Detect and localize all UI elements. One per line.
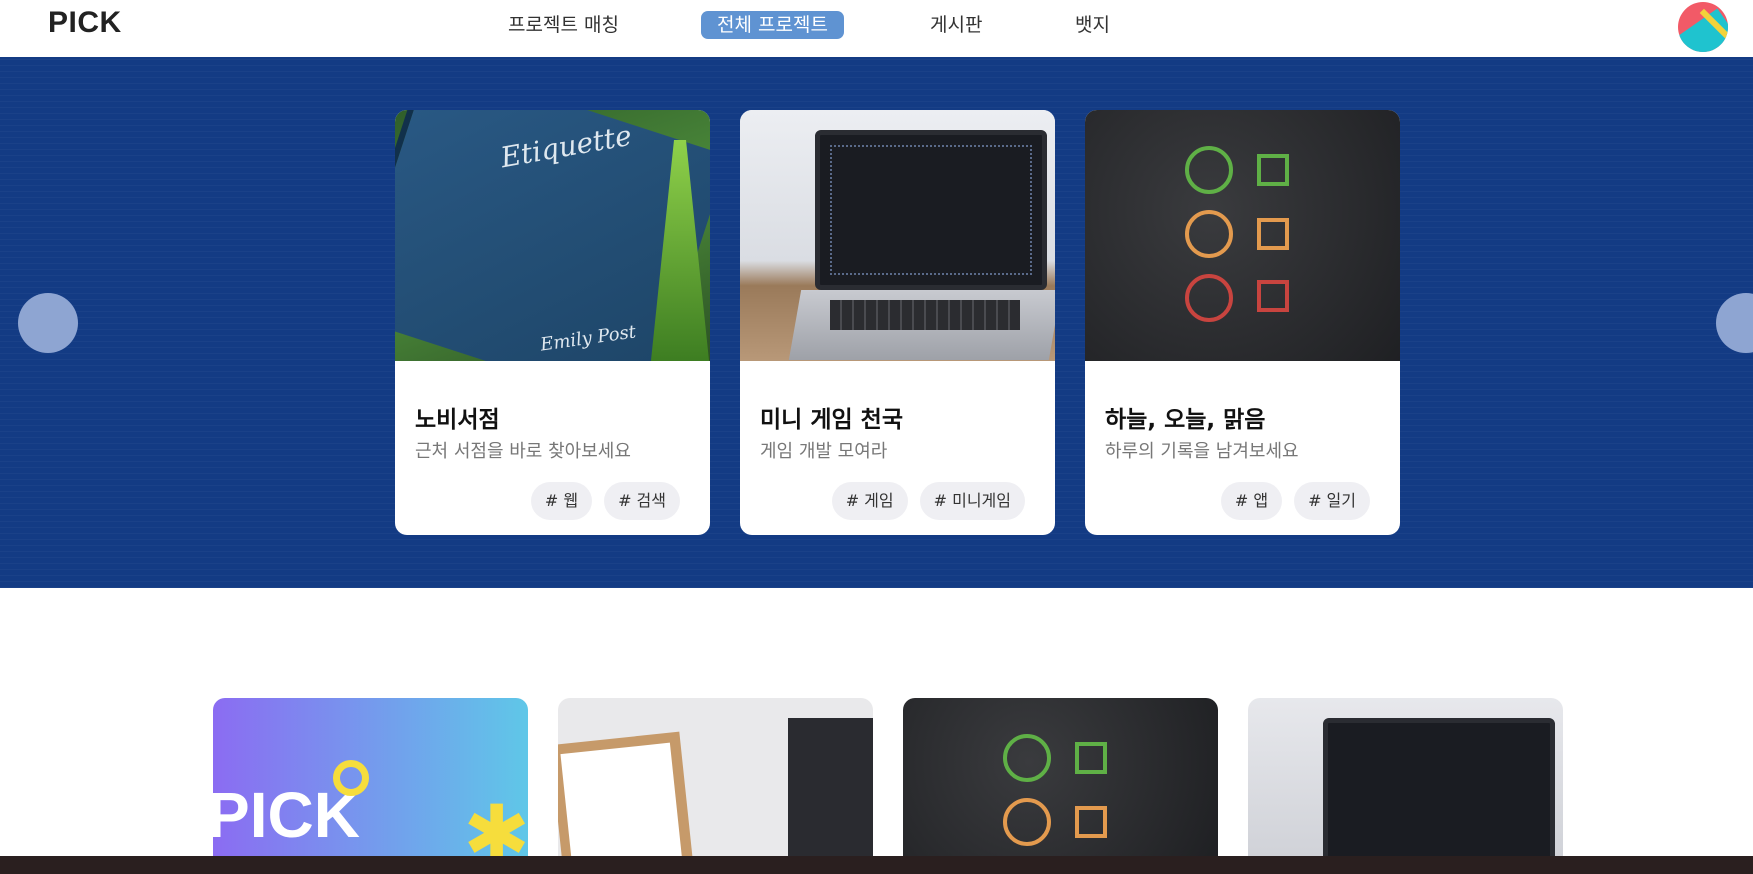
asterisk-icon: ✱ (463, 788, 528, 858)
project-card[interactable]: 미니 게임 천국 게임 개발 모여라 # 게임 # 미니게임 (740, 110, 1055, 535)
tag-chip[interactable]: # 검색 (604, 482, 680, 520)
carousel-next-button[interactable] (1716, 293, 1753, 353)
project-grid-card[interactable] (1248, 698, 1563, 858)
nav-badge[interactable]: 뱃지 (1075, 11, 1110, 39)
project-description: 게임 개발 모여라 (760, 441, 888, 462)
nav-all-projects[interactable]: 전체 프로젝트 (701, 11, 844, 39)
project-thumbnail (740, 110, 1055, 361)
project-description: 근처 서점을 바로 찾아보세요 (415, 441, 631, 462)
project-card[interactable]: 하늘, 오늘, 맑음 하루의 기록을 남겨보세요 # 앱 # 일기 (1085, 110, 1400, 535)
tag-chip[interactable]: # 앱 (1220, 482, 1283, 520)
nav-board[interactable]: 게시판 (930, 11, 982, 39)
tag-list: # 웹 # 검색 (530, 482, 680, 520)
nav-project-matching[interactable]: 프로젝트 매칭 (508, 11, 619, 39)
project-card[interactable]: Etiquette Emily Post 노비서점 근처 서점을 바로 찾아보세… (395, 110, 710, 535)
project-title: 미니 게임 천국 (760, 407, 903, 433)
header: PICK 프로젝트 매칭 전체 프로젝트 게시판 뱃지 (0, 0, 1753, 57)
key-icon (333, 760, 369, 796)
project-title: 노비서점 (415, 407, 500, 433)
carousel-prev-button[interactable] (18, 293, 78, 353)
project-description: 하루의 기록을 남겨보세요 (1105, 441, 1299, 462)
project-title: 하늘, 오늘, 맑음 (1105, 407, 1266, 433)
tag-chip[interactable]: # 게임 (831, 482, 908, 520)
project-thumbnail (1085, 110, 1400, 361)
tag-list: # 앱 # 일기 (1220, 482, 1370, 520)
tag-chip[interactable]: # 미니게임 (919, 482, 1025, 520)
project-thumbnail: Etiquette Emily Post (395, 110, 710, 361)
tag-chip[interactable]: # 일기 (1294, 482, 1370, 520)
project-grid-card[interactable] (558, 698, 873, 858)
project-grid-card[interactable]: PICK ✱ (213, 698, 528, 858)
tag-chip[interactable]: # 웹 (530, 482, 593, 520)
hero-carousel: Etiquette Emily Post 노비서점 근처 서점을 바로 찾아보세… (0, 57, 1753, 588)
main-nav: 프로젝트 매칭 전체 프로젝트 게시판 뱃지 (0, 11, 1753, 39)
tag-list: # 게임 # 미니게임 (831, 482, 1025, 520)
os-taskbar (0, 856, 1753, 874)
avatar[interactable] (1678, 2, 1728, 52)
project-grid-card[interactable] (903, 698, 1218, 858)
